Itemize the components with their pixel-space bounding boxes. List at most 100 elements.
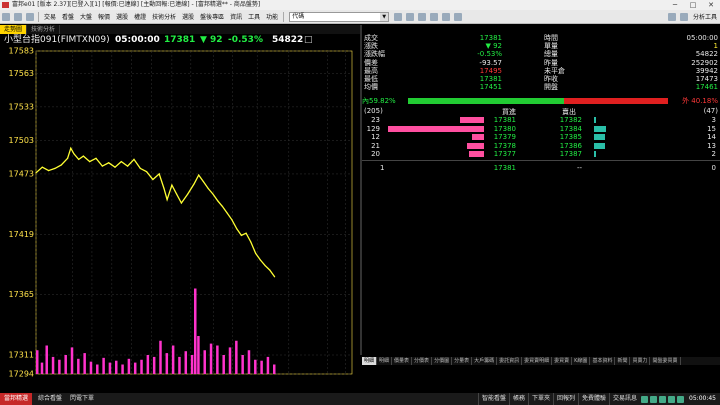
down-arrow-icon: ▼: [200, 35, 207, 45]
order-folder-button[interactable]: 下單夾: [527, 393, 553, 405]
intraday-chart[interactable]: 17583 17563 17533 17503 17473 17419 17365 17311…: [0, 47, 360, 380]
x-tick-label: 0: [211, 379, 216, 380]
maximize-button[interactable]: □: [684, 0, 702, 10]
sheet-tab[interactable]: 買賣力: [630, 357, 651, 365]
clock: 05:00:45: [689, 395, 716, 402]
sheet-tab[interactable]: 分價表: [412, 357, 433, 365]
footer-tab-overview[interactable]: 綜合看盤: [34, 393, 66, 405]
app-logo-icon: [2, 2, 9, 8]
product-name: 小型台指091(FIMTXN09): [4, 35, 110, 45]
menu-market[interactable]: 大盤: [77, 12, 95, 21]
cursor-icon[interactable]: [667, 12, 676, 21]
sheet-tab[interactable]: 基本資料: [590, 357, 616, 365]
menu-trade[interactable]: 交易: [41, 12, 59, 21]
volume-bar: [96, 364, 99, 374]
menu-functions[interactable]: 功能: [263, 12, 281, 21]
sheet-tab[interactable]: 價量表: [392, 357, 413, 365]
sheet-tab[interactable]: 分量表: [452, 357, 473, 365]
close-button[interactable]: ✕: [702, 0, 720, 10]
order-book-row[interactable]: 12 17379 17385 14: [362, 133, 720, 141]
bell-icon[interactable]: [430, 12, 439, 21]
volume-bar: [228, 347, 232, 374]
quote-value: 17473: [695, 75, 718, 83]
expand-icon[interactable]: □: [304, 34, 313, 47]
menu-after-hours[interactable]: 盤後專區: [197, 12, 227, 21]
sheet-tab[interactable]: 明細: [362, 357, 378, 365]
menu-technical[interactable]: 技術分析: [149, 12, 179, 21]
sheet-tab[interactable]: 開盤委買賣: [650, 357, 681, 365]
price-point: [48, 169, 50, 172]
symbol-combo[interactable]: 代碼 ▼: [289, 11, 390, 22]
price-point: [259, 259, 261, 261]
price-point: [245, 232, 247, 234]
quote-value: -0.53%: [477, 50, 502, 59]
volume-bar: [152, 356, 156, 374]
order-book-row[interactable]: 21 17378 17386 13: [362, 142, 720, 150]
ask-price: 17387: [559, 150, 582, 158]
volume-bar: [45, 345, 48, 374]
trade-message-button[interactable]: 交易訊息: [609, 393, 640, 405]
chevron-down-icon[interactable]: ▼: [380, 12, 389, 21]
price-point: [41, 166, 43, 168]
volume-bar: [127, 358, 131, 374]
smart-view-button[interactable]: 智能看盤: [477, 393, 509, 405]
lock-icon[interactable]: [442, 12, 451, 21]
order-book-row[interactable]: 23 17381 17382 3: [362, 116, 720, 124]
sheet-tab[interactable]: 分價圖: [432, 357, 453, 365]
x-tick-label: 20: [126, 379, 136, 380]
footer-tab-flash-order[interactable]: 閃電下單: [66, 393, 98, 405]
print-icon[interactable]: [454, 12, 463, 21]
footer-tab-picks[interactable]: 當邦精選: [0, 393, 33, 405]
free-trial-button[interactable]: 免費體驗: [578, 393, 609, 405]
order-book-row[interactable]: 20 17377 17387 2: [362, 150, 720, 158]
ask-quantity: 13: [707, 141, 716, 150]
tab-intraday-chart[interactable]: 走勢圖: [0, 25, 28, 34]
last-quantity: 1: [380, 164, 385, 172]
sheet-tabs: 明細 明細 價量表 分價表 分價圖 分量表 大戶籌碼 委託資訊 委買賣明細 委買賣 K線圖 基本資料新…: [362, 357, 720, 365]
search-icon[interactable]: [394, 12, 403, 21]
sheet-tab[interactable]: 委託資訊: [497, 357, 523, 365]
volume-bar: [235, 340, 238, 374]
order-book-row[interactable]: 129 17380 17384 15: [362, 125, 720, 133]
price-point: [217, 200, 219, 202]
toolbar-separator: [38, 11, 39, 22]
menu-info[interactable]: 資訊: [227, 12, 245, 21]
total-volume: 54822: [272, 35, 304, 45]
menu-screener-2[interactable]: 選股: [179, 12, 197, 21]
analysis-icon[interactable]: [679, 12, 688, 21]
volume-bar: [190, 355, 194, 374]
analysis-tools-button[interactable]: 分析工具: [690, 12, 720, 21]
menu-screener[interactable]: 選股: [113, 12, 131, 21]
price-point: [163, 187, 165, 190]
home-icon[interactable]: [2, 12, 10, 21]
inner-ratio-bar: [408, 98, 564, 104]
sheet-tab[interactable]: 明細: [377, 357, 393, 365]
sheet-tab[interactable]: 新聞: [615, 357, 631, 365]
sheet-tab[interactable]: K線圖: [572, 357, 591, 365]
list-icon[interactable]: [418, 12, 427, 21]
menu-tools[interactable]: 工具: [245, 12, 263, 21]
x-tick-label: 15: [31, 379, 41, 380]
save-icon[interactable]: [26, 12, 34, 21]
volume-bar: [241, 355, 244, 374]
tab-technical-analysis[interactable]: 技術分析: [27, 25, 61, 34]
menu-quote[interactable]: 報價: [95, 12, 113, 21]
layout-icon[interactable]: [14, 12, 22, 21]
quote-label: 價差: [364, 58, 378, 67]
ask-volume-bar: [594, 125, 607, 132]
ask-quantity: 3: [711, 116, 716, 124]
accounts-button[interactable]: 帳務: [508, 393, 528, 405]
sheet-tab[interactable]: 大戶籌碼: [472, 357, 498, 365]
minimize-button[interactable]: ─: [666, 0, 684, 10]
report-bar-button[interactable]: 回報列: [553, 393, 578, 405]
outer-ratio-bar: [563, 98, 668, 104]
chart-icon[interactable]: [406, 12, 415, 21]
menu-warrant[interactable]: 權證: [131, 12, 149, 21]
menu-quote-view[interactable]: 看盤: [59, 12, 77, 21]
sheet-tab[interactable]: 委買賣明細: [522, 357, 553, 365]
intraday-chart-svg: 1758317563175331750317473174191736517311…: [9, 47, 356, 380]
sheet-tab[interactable]: 委買賣: [552, 357, 573, 365]
price-point: [78, 158, 80, 161]
price-point: [54, 167, 56, 169]
app-window: 富邦e01 [版本 2.37][已登入][1] [報價:已連線] [主動回報:已…: [0, 0, 720, 405]
